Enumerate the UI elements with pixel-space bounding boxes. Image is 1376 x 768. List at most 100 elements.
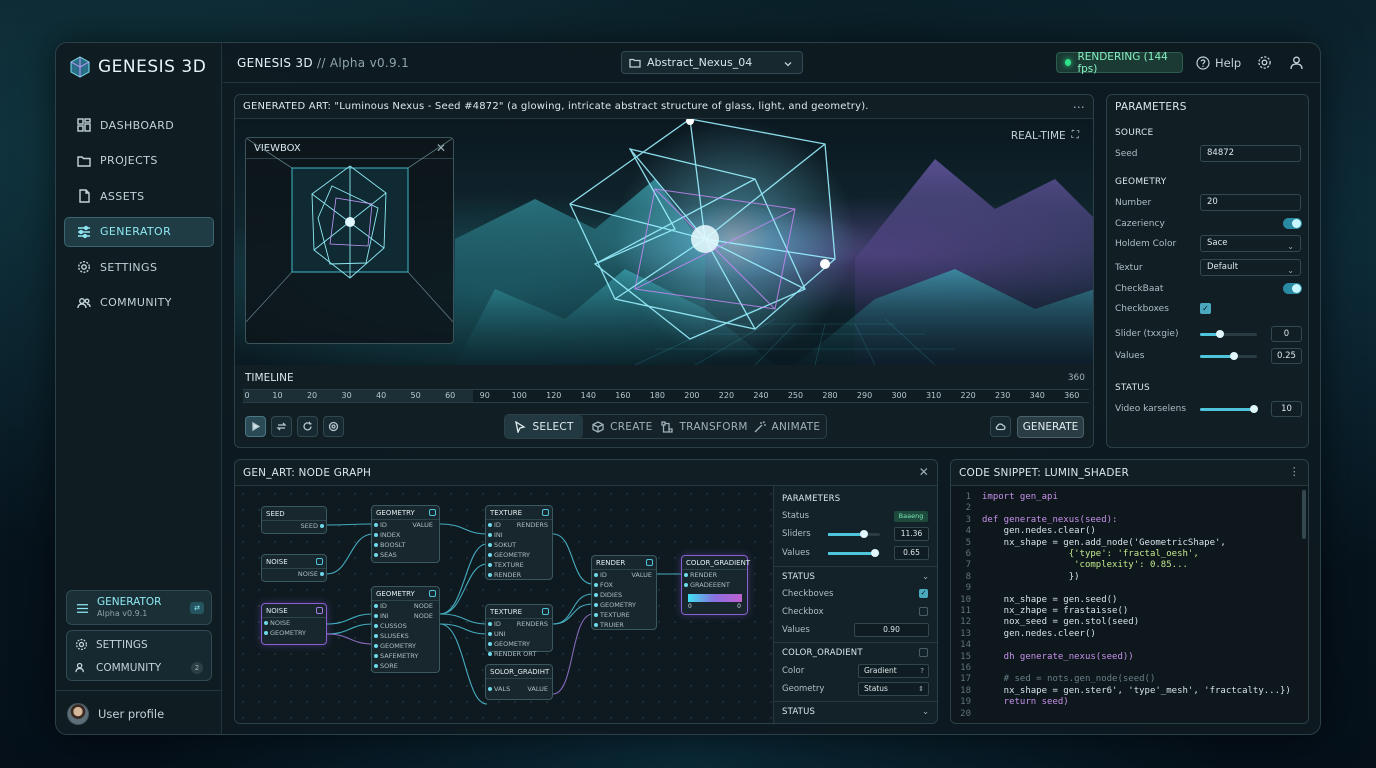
checkbox-checkbox[interactable]: [919, 607, 928, 616]
node-status2-section[interactable]: STATUS ⌄: [782, 707, 929, 717]
node-port[interactable]: ID RENDERS: [486, 520, 552, 530]
color-select[interactable]: Gradient?: [858, 664, 929, 678]
values-slider[interactable]: [1200, 352, 1257, 360]
node-port[interactable]: RENDER: [486, 570, 552, 580]
record-button[interactable]: [323, 416, 344, 437]
node-port[interactable]: BOOSLT: [372, 540, 439, 550]
geometry-select[interactable]: Status ⇕: [858, 682, 929, 696]
color-gradient-checkbox[interactable]: [919, 648, 928, 657]
help-button[interactable]: Help: [1196, 56, 1241, 70]
realtime-indicator[interactable]: REAL-TIME ⛶: [1011, 129, 1079, 142]
node-port[interactable]: TEXTURE: [592, 610, 656, 620]
sidebar-item-generator[interactable]: GENERATOR: [64, 216, 214, 247]
node-port[interactable]: SOKUT: [486, 540, 552, 550]
number-input[interactable]: 20: [1200, 194, 1301, 211]
sidebar-item-projects[interactable]: PROJECTS: [64, 146, 214, 176]
node-port[interactable]: GEOMETRY: [372, 641, 439, 651]
node-port[interactable]: ID VALUE: [372, 520, 439, 530]
generator-card[interactable]: GENERATOR Alpha v0.9.1 ⇄: [66, 590, 212, 625]
node-port[interactable]: RENDER: [682, 570, 747, 580]
sidebar-item-assets[interactable]: ASSETS: [64, 181, 214, 211]
mode-animate[interactable]: ANIMATE: [748, 415, 826, 438]
code-editor[interactable]: 1 import gen_api 2 3 def generate_nexus(seed…: [951, 486, 1308, 723]
node-color-gradient[interactable]: COLOR_GRADIENT RENDER GRADEEENT 0 0: [681, 555, 750, 615]
slider-knob[interactable]: [1230, 352, 1239, 360]
project-selector[interactable]: Abstract_Nexus_04: [621, 51, 803, 74]
node-render[interactable]: RENDER ID VALUE FOX DIDIES GEOMETRY TEXTU…: [591, 555, 657, 630]
loop-button[interactable]: [271, 416, 292, 437]
values-slider[interactable]: [828, 549, 880, 557]
node-port[interactable]: INI: [486, 530, 552, 540]
node-toggle-icon[interactable]: [316, 558, 323, 565]
node-noise[interactable]: NOISE NOISE: [261, 554, 327, 582]
sidebar-item-settings[interactable]: SETTINGS: [64, 252, 214, 282]
settings-card-community[interactable]: COMMUNITY 2: [67, 656, 211, 679]
sliders-slider[interactable]: [828, 530, 880, 538]
node-port[interactable]: VALS VALUE: [486, 684, 552, 694]
node-solor-gradiht[interactable]: SOLOR_GRADIHT VALS VALUE: [485, 664, 553, 700]
timeline-ruler[interactable]: 0 10 20 30 40 50 60 90 100 120 140 160 180 200 220 240 2…: [243, 389, 1089, 403]
sidebar-item-dashboard[interactable]: DASHBOARD: [64, 110, 214, 140]
node-seed[interactable]: SEED SEED: [261, 506, 327, 534]
settings-card-settings[interactable]: SETTINGS: [67, 633, 211, 656]
node-port[interactable]: SEED: [262, 521, 326, 531]
sidebar-item-community[interactable]: COMMUNITY: [64, 288, 214, 318]
more-options-icon[interactable]: ⋯: [1073, 100, 1085, 114]
node-port[interactable]: GRADEEENT: [682, 580, 747, 590]
node-toggle-icon[interactable]: [542, 608, 549, 615]
node-port[interactable]: ID RENDERS: [486, 619, 552, 629]
node-port[interactable]: TEXTURE: [486, 560, 552, 570]
mode-transform[interactable]: TRANSFORM: [661, 415, 747, 438]
node-values2-input[interactable]: 0.90: [854, 623, 929, 637]
node-port[interactable]: GEOMETRY: [486, 639, 552, 649]
node-port[interactable]: SEAS: [372, 550, 439, 560]
node-port[interactable]: GEOMETRY: [486, 550, 552, 560]
node-port[interactable]: NOISE: [262, 569, 326, 579]
mode-select[interactable]: SELECT: [505, 415, 584, 438]
checkboves-checkbox[interactable]: ✓: [919, 589, 928, 598]
slider-knob[interactable]: [870, 549, 879, 557]
node-port[interactable]: INDEX: [372, 530, 439, 540]
node-port[interactable]: CUSSOS: [372, 621, 439, 631]
node-port[interactable]: DIDIES: [592, 590, 656, 600]
node-port[interactable]: SLUSEKS: [372, 631, 439, 641]
node-texture-2[interactable]: TEXTURE ID RENDERS UNI GEOMETRY RENDER OR…: [485, 604, 553, 658]
node-port[interactable]: ID VALUE: [592, 570, 656, 580]
seed-input[interactable]: 84872: [1200, 145, 1301, 162]
node-port[interactable]: GEOMETRY: [592, 600, 656, 610]
node-toggle-icon[interactable]: [646, 559, 653, 566]
scrollbar[interactable]: [1302, 490, 1306, 539]
app-logo[interactable]: GENESIS 3D: [68, 55, 206, 79]
node-port[interactable]: TRUIER: [592, 620, 656, 630]
textur-select[interactable]: Default ⌄: [1200, 259, 1301, 276]
node-geometry[interactable]: GEOMETRY ID VALUE INDEX BOOSLT SEAS: [371, 505, 440, 563]
node-port[interactable]: GEOMETRY: [262, 628, 326, 638]
values-value[interactable]: 0.25: [1271, 348, 1302, 364]
node-port[interactable]: FOX: [592, 580, 656, 590]
node-port[interactable]: SAFEMETRY: [372, 651, 439, 661]
node-toggle-icon[interactable]: [542, 509, 549, 516]
node-port[interactable]: ID NODE: [372, 601, 439, 611]
sliders-value[interactable]: 11.36: [894, 527, 929, 541]
node-status-section[interactable]: STATUS ⌄: [782, 572, 929, 582]
more-options-icon[interactable]: ⋮: [1289, 465, 1300, 478]
close-icon[interactable]: ✕: [919, 465, 929, 479]
settings-gear-button[interactable]: [1257, 55, 1272, 70]
render-viewport[interactable]: REAL-TIME ⛶ VIEWBOX ✕: [235, 119, 1093, 365]
generate-button[interactable]: GENERATE: [1017, 416, 1084, 438]
node-noise-2[interactable]: NOISE NOISE GEOMETRY: [261, 603, 327, 645]
video-slider[interactable]: [1200, 405, 1259, 413]
slider-knob[interactable]: [1215, 330, 1224, 338]
expand-icon[interactable]: ⇄: [190, 602, 204, 614]
slider-value[interactable]: 0: [1271, 326, 1302, 342]
node-geometry-2[interactable]: GEOMETRY ID NODE INI NODE CUSSOS SLUSEKS G…: [371, 586, 440, 673]
slider-knob[interactable]: [1250, 405, 1259, 413]
node-toggle-icon[interactable]: [429, 509, 436, 516]
play-button[interactable]: [245, 416, 266, 437]
node-values-value[interactable]: 0.65: [894, 546, 929, 560]
slider-knob[interactable]: [860, 530, 869, 538]
user-profile[interactable]: User profile: [56, 690, 222, 734]
mode-create[interactable]: CREATE: [583, 415, 661, 438]
checkbaat-toggle[interactable]: [1283, 283, 1302, 294]
video-value[interactable]: 10: [1271, 401, 1302, 417]
